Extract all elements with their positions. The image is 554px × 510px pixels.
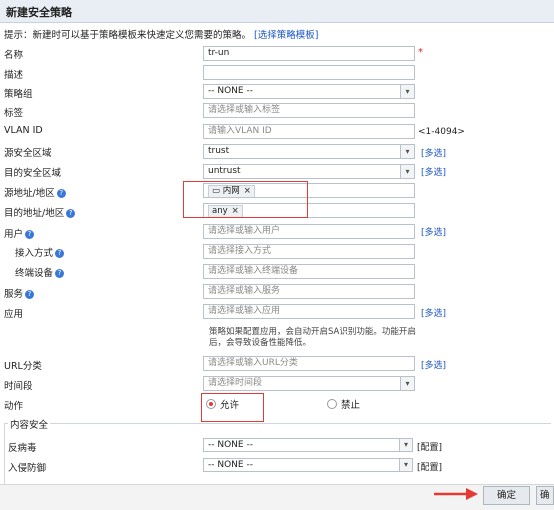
hint-text: 提示：新建时可以基于策略模板来快速定义您需要的策略。 [选择策略模板] <box>4 27 318 41</box>
ips-value: -- NONE -- <box>208 460 253 470</box>
highlight-box-address <box>183 181 308 218</box>
description-label: 描述 <box>4 70 24 81</box>
name-label: 名称 <box>4 50 24 61</box>
help-icon[interactable]: ? <box>66 209 76 218</box>
dst-addr-label-text: 目的地址/地区 <box>4 208 65 219</box>
required-mark: * <box>418 47 423 58</box>
red-arrow-icon <box>434 488 478 500</box>
action-deny-label: 禁止 <box>341 400 361 411</box>
antivirus-config-link[interactable]: [配置] <box>417 440 442 453</box>
chevron-down-icon[interactable]: ▾ <box>400 145 414 158</box>
vlan-label: VLAN ID <box>4 125 43 136</box>
access-mode-input[interactable]: 请选择接入方式 <box>203 244 415 259</box>
service-label: 服务? <box>4 286 35 300</box>
terminal-label: 终端设备? <box>15 265 65 279</box>
select-template-link[interactable]: [选择策略模板] <box>254 30 318 41</box>
dst-zone-value: untrust <box>208 166 241 176</box>
service-label-text: 服务 <box>4 289 24 300</box>
src-zone-select[interactable]: trust ▾ <box>203 144 415 159</box>
tag-label: 标签 <box>4 108 24 119</box>
cancel-button[interactable]: 确定 <box>536 486 554 505</box>
antivirus-label: 反病毒 <box>8 443 37 454</box>
ips-select[interactable]: -- NONE -- ▾ <box>203 458 413 472</box>
action-label: 动作 <box>4 401 24 412</box>
help-icon[interactable]: ? <box>56 189 66 198</box>
time-range-label: 时间段 <box>4 381 33 392</box>
src-addr-label-text: 源地址/地区 <box>4 188 55 199</box>
action-deny-radio[interactable]: 禁止 <box>327 397 360 411</box>
application-input[interactable]: 请选择或输入应用 <box>203 304 415 319</box>
policy-group-label: 策略组 <box>4 89 33 100</box>
vlan-input[interactable]: 请输入VLAN ID <box>203 124 415 139</box>
chevron-down-icon[interactable]: ▾ <box>400 377 414 390</box>
access-mode-label-text: 接入方式 <box>15 248 54 259</box>
dst-zone-multi-link[interactable]: [多选] <box>421 165 446 178</box>
chevron-down-icon[interactable]: ▾ <box>399 459 412 471</box>
description-input[interactable] <box>203 65 415 80</box>
src-zone-multi-link[interactable]: [多选] <box>421 146 446 159</box>
src-zone-label: 源安全区域 <box>4 148 52 159</box>
vlan-range-hint: <1-4094> <box>418 127 465 137</box>
service-input[interactable]: 请选择或输入服务 <box>203 284 415 299</box>
tag-input[interactable]: 请选择或输入标签 <box>203 103 415 118</box>
antivirus-select[interactable]: -- NONE -- ▾ <box>203 438 413 452</box>
application-note: 策略如果配置应用，会自动开启SA识别功能。功能开启后，会导致设备性能降低。 <box>209 327 416 348</box>
highlight-box-action <box>201 393 264 422</box>
src-addr-label: 源地址/地区? <box>4 185 66 199</box>
terminal-input[interactable]: 请选择或输入终端设备 <box>203 264 415 279</box>
dst-addr-label: 目的地址/地区? <box>4 205 76 219</box>
policy-group-value: -- NONE -- <box>208 86 253 96</box>
user-label-text: 用户 <box>4 229 24 240</box>
ok-button[interactable]: 确定 <box>483 486 530 505</box>
url-category-multi-link[interactable]: [多选] <box>421 358 446 371</box>
dst-zone-select[interactable]: untrust ▾ <box>203 164 415 179</box>
user-multi-link[interactable]: [多选] <box>421 225 446 238</box>
hint-message: 提示：新建时可以基于策略模板来快速定义您需要的策略。 <box>4 30 252 41</box>
chevron-down-icon[interactable]: ▾ <box>400 165 414 178</box>
policy-group-select[interactable]: -- NONE -- ▾ <box>203 84 415 99</box>
user-input[interactable]: 请选择或输入用户 <box>203 224 415 239</box>
dst-zone-label: 目的安全区域 <box>4 168 62 179</box>
user-label: 用户? <box>4 226 35 240</box>
chevron-down-icon[interactable]: ▾ <box>399 439 412 451</box>
time-range-select[interactable]: 请选择时间段 ▾ <box>203 376 415 391</box>
dialog-title: 新建安全策略 <box>6 6 72 19</box>
url-category-input[interactable]: 请选择或输入URL分类 <box>203 356 415 371</box>
name-input[interactable]: tr-un <box>203 46 415 61</box>
ips-label: 入侵防御 <box>8 463 47 474</box>
application-multi-link[interactable]: [多选] <box>421 306 446 319</box>
src-zone-value: trust <box>208 146 230 156</box>
help-icon[interactable]: ? <box>25 230 35 239</box>
help-icon[interactable]: ? <box>55 249 65 258</box>
access-mode-label: 接入方式? <box>15 245 65 259</box>
help-icon[interactable]: ? <box>25 290 35 299</box>
chevron-down-icon[interactable]: ▾ <box>400 85 414 98</box>
terminal-label-text: 终端设备 <box>15 268 54 279</box>
content-security-group <box>4 423 551 485</box>
ips-config-link[interactable]: [配置] <box>417 460 442 473</box>
content-security-legend: 内容安全 <box>8 417 51 431</box>
url-category-label: URL分类 <box>4 361 42 372</box>
radio-unchecked-icon[interactable] <box>327 399 337 409</box>
help-icon[interactable]: ? <box>55 269 65 278</box>
antivirus-value: -- NONE -- <box>208 440 253 450</box>
time-range-placeholder: 请选择时间段 <box>208 378 263 388</box>
dialog-titlebar: 新建安全策略 <box>0 0 554 23</box>
application-label: 应用 <box>4 309 24 320</box>
